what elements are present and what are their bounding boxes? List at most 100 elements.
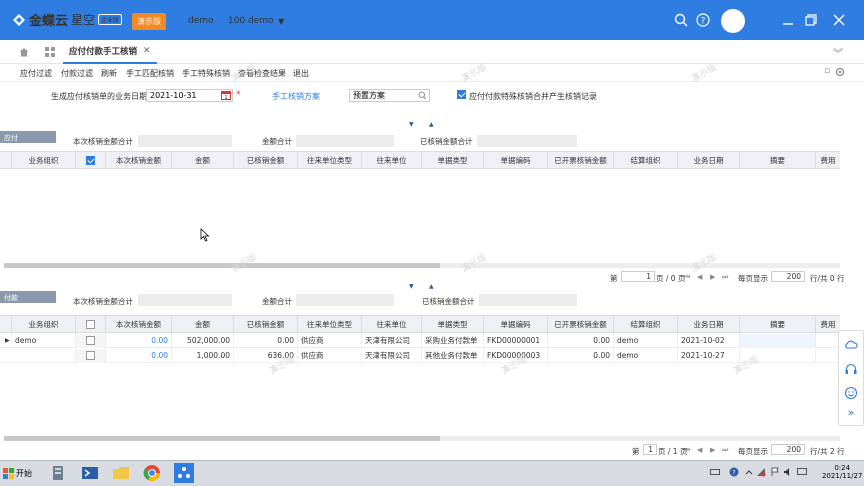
payment-hscrollbar[interactable] xyxy=(4,436,840,441)
collapse-down-icon[interactable]: ▼ xyxy=(409,121,414,128)
table-row[interactable]: 0.00 1,000.00 636.00 供应商 天津有限公司 其他业务付款单 … xyxy=(0,349,840,363)
col-doc-type[interactable]: 单据类型 xyxy=(422,316,484,334)
col-this-amount[interactable]: 本次核销金额 xyxy=(106,152,172,170)
cell-this-amount[interactable]: 0.00 xyxy=(106,334,172,348)
col-doc-no[interactable]: 单据编码 xyxy=(484,316,548,334)
col-this-amount[interactable]: 本次核销金额 xyxy=(106,316,172,334)
help-icon[interactable]: ? xyxy=(696,13,710,27)
menu-refresh[interactable]: 刷新 xyxy=(101,68,117,79)
file-explorer-icon[interactable] xyxy=(111,463,131,483)
row-checkbox[interactable] xyxy=(86,336,95,345)
current-user[interactable]: demo xyxy=(188,16,214,26)
chrome-icon[interactable] xyxy=(142,463,162,483)
collapse-down-icon[interactable]: ▼ xyxy=(409,283,414,290)
settings-icon[interactable] xyxy=(835,67,845,77)
headset-icon[interactable] xyxy=(844,362,858,376)
last-page-icon[interactable]: ⏭ xyxy=(722,273,728,282)
col-doc-type[interactable]: 单据类型 xyxy=(422,152,484,170)
payable-per-page-select[interactable]: 200 xyxy=(771,271,805,282)
col-org[interactable]: 业务组织 xyxy=(12,316,76,334)
caret-down-icon[interactable]: ▼ xyxy=(278,17,284,26)
prev-page-icon[interactable]: ◀ xyxy=(697,273,702,281)
cell-this-amount[interactable]: 0.00 xyxy=(106,349,172,363)
collapse-up-icon[interactable]: ▲ xyxy=(429,283,434,290)
prev-page-icon[interactable]: ◀ xyxy=(697,446,702,454)
menu-payable-filter[interactable]: 应付过滤 xyxy=(20,68,52,79)
col-doc-no[interactable]: 单据编码 xyxy=(484,152,548,170)
search-icon[interactable] xyxy=(418,91,427,100)
plan-label[interactable]: 手工核销方案 xyxy=(272,91,320,102)
cloud-icon[interactable] xyxy=(844,338,858,352)
col-org[interactable]: 业务组织 xyxy=(12,152,76,170)
col-unit-type[interactable]: 往来单位类型 xyxy=(298,316,362,334)
close-icon[interactable] xyxy=(832,13,846,27)
col-unit-type[interactable]: 往来单位类型 xyxy=(298,152,362,170)
clock[interactable]: 0:24 2021/11/27 xyxy=(822,464,862,480)
cell-select[interactable] xyxy=(76,334,106,348)
tab-close-icon[interactable]: ✕ xyxy=(143,46,151,56)
scroll-thumb[interactable] xyxy=(4,263,440,268)
keyboard-icon[interactable] xyxy=(710,467,720,477)
scroll-thumb[interactable] xyxy=(4,436,440,441)
merge-checkbox[interactable] xyxy=(457,90,466,99)
kingdee-app-icon[interactable] xyxy=(174,463,194,483)
search-icon[interactable] xyxy=(674,13,688,27)
network-alert-icon[interactable] xyxy=(756,467,766,477)
cell-select[interactable] xyxy=(76,349,106,363)
col-select[interactable] xyxy=(76,152,106,170)
flag-alert-icon[interactable] xyxy=(770,467,780,477)
next-page-icon[interactable]: ▶ xyxy=(710,273,715,281)
restore-icon[interactable] xyxy=(804,13,818,27)
col-fee[interactable]: 费用 xyxy=(816,152,840,170)
toolbar-scroll-icon[interactable]: ▫ xyxy=(824,66,830,76)
col-verified[interactable]: 已核销金额 xyxy=(234,316,298,334)
app-grid-icon[interactable] xyxy=(45,47,55,57)
row-checkbox[interactable] xyxy=(86,351,95,360)
col-memo[interactable]: 摘要 xyxy=(740,152,816,170)
col-unit[interactable]: 往来单位 xyxy=(362,152,422,170)
payment-page-input[interactable]: 1 xyxy=(643,444,657,455)
help-tray-icon[interactable]: ? xyxy=(729,467,739,477)
payable-hscrollbar[interactable] xyxy=(4,263,840,268)
col-date[interactable]: 业务日期 xyxy=(678,316,740,334)
next-page-icon[interactable]: ▶ xyxy=(710,446,715,454)
select-all-checkbox[interactable] xyxy=(86,320,95,329)
datacenter-selector[interactable]: 100 demo xyxy=(228,16,274,26)
double-chevron-right-icon[interactable]: » xyxy=(844,406,858,420)
col-verified[interactable]: 已核销金额 xyxy=(234,152,298,170)
cell-memo[interactable] xyxy=(740,334,816,348)
avatar[interactable] xyxy=(721,9,745,33)
home-icon[interactable] xyxy=(19,47,29,57)
payable-page-input[interactable]: 1 xyxy=(621,271,655,282)
col-unit[interactable]: 往来单位 xyxy=(362,316,422,334)
collapse-up-icon[interactable]: ▲ xyxy=(429,121,434,128)
col-inv-verified[interactable]: 已开票核销金额 xyxy=(548,152,614,170)
smiley-icon[interactable] xyxy=(844,386,858,400)
first-page-icon[interactable]: ⏮ xyxy=(684,446,690,455)
first-page-icon[interactable]: ⏮ xyxy=(684,273,690,282)
powershell-icon[interactable] xyxy=(80,463,100,483)
col-fee[interactable]: 费用 xyxy=(816,316,840,334)
minimize-icon[interactable] xyxy=(781,13,795,27)
col-settle-org[interactable]: 结算组织 xyxy=(614,316,678,334)
col-memo[interactable]: 摘要 xyxy=(740,316,816,334)
select-all-checkbox[interactable] xyxy=(86,156,95,165)
col-amount[interactable]: 金额 xyxy=(172,316,234,334)
server-manager-icon[interactable] xyxy=(48,463,68,483)
double-chevron-down-icon[interactable]: ︾ xyxy=(833,45,843,60)
last-page-icon[interactable]: ⏭ xyxy=(722,446,728,455)
col-amount[interactable]: 金额 xyxy=(172,152,234,170)
display-icon[interactable] xyxy=(797,467,807,477)
table-row[interactable]: ▶ demo 0.00 502,000.00 0.00 供应商 天津有限公司 采… xyxy=(0,334,840,348)
volume-icon[interactable] xyxy=(783,467,793,477)
col-settle-org[interactable]: 结算组织 xyxy=(614,152,678,170)
menu-manual-match[interactable]: 手工匹配核销 xyxy=(126,68,174,79)
tray-chevron-icon[interactable] xyxy=(744,467,754,477)
menu-exit[interactable]: 退出 xyxy=(293,68,309,79)
payment-per-page-select[interactable]: 200 xyxy=(771,444,805,455)
calendar-icon[interactable]: 1 xyxy=(221,90,231,100)
menu-manual-special[interactable]: 手工特殊核销 xyxy=(182,68,230,79)
business-date-input[interactable] xyxy=(146,89,233,102)
col-select[interactable] xyxy=(76,316,106,334)
menu-payment-filter[interactable]: 付款过滤 xyxy=(61,68,93,79)
